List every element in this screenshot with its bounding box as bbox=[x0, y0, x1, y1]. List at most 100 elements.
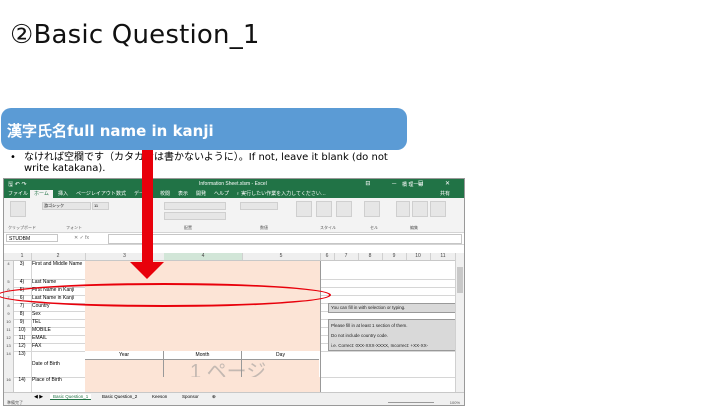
zoom-level[interactable]: 100% bbox=[450, 400, 460, 405]
ribbon-tabs: ファイル ホーム 挿入 ページレイアウト 数式 データ 校閲 表示 開発 ヘルプ… bbox=[4, 189, 464, 198]
bullet-text: なければ空欄です（カタカナは書かないように）。If not, leave it … bbox=[24, 152, 388, 174]
row-label: FAX bbox=[31, 343, 86, 351]
column-header[interactable]: 7 bbox=[334, 253, 359, 260]
sum-icon[interactable] bbox=[396, 201, 410, 217]
table-row: 14 13) Date of Birth Year Month Day 1 ペー… bbox=[4, 351, 456, 383]
group-alignment: 配置 bbox=[184, 225, 192, 230]
vertical-scrollbar[interactable] bbox=[455, 253, 464, 392]
input-cell[interactable] bbox=[85, 319, 321, 327]
window-title: Information Sheet.xlsm - Excel bbox=[199, 181, 267, 187]
name-box[interactable]: STUDBM bbox=[6, 234, 58, 242]
row-index: 3) bbox=[13, 261, 32, 279]
row-label: First and Middle Name bbox=[31, 261, 86, 279]
red-arrow-head bbox=[130, 262, 164, 279]
input-cell[interactable] bbox=[85, 327, 321, 335]
group-styles: スタイル bbox=[320, 225, 336, 230]
column-header[interactable]: 10 bbox=[406, 253, 431, 260]
row-index: 12) bbox=[13, 343, 32, 351]
row-label: Date of Birth bbox=[31, 351, 86, 377]
row-index: 4) bbox=[13, 279, 32, 287]
tab-page-layout[interactable]: ページレイアウト bbox=[76, 190, 116, 197]
group-editing: 編集 bbox=[410, 225, 418, 230]
note-selection: You can fill in with selection or typing… bbox=[328, 303, 458, 313]
year-input[interactable] bbox=[85, 360, 164, 377]
scrollbar-thumb[interactable] bbox=[457, 267, 463, 293]
find-select-icon[interactable] bbox=[430, 201, 446, 217]
row-index: 10) bbox=[13, 327, 32, 335]
font-size-select[interactable]: 11 bbox=[92, 202, 109, 210]
column-header[interactable]: 8 bbox=[358, 253, 383, 260]
format-as-table-icon[interactable] bbox=[316, 201, 332, 217]
sheet-grid: 4 3) First and Middle Name 5 4) Last Nam… bbox=[4, 261, 458, 393]
note-phone: Please fill in at least 1 section of the… bbox=[328, 319, 458, 351]
column-header[interactable]: 5 bbox=[242, 253, 321, 260]
row-label: EMAIL bbox=[31, 335, 86, 343]
row-label: Place of Birth bbox=[31, 377, 86, 392]
tab-formulas[interactable]: 数式 bbox=[116, 190, 126, 197]
slide-title: ②Basic Question_1 bbox=[10, 20, 260, 50]
column-header[interactable]: 2 bbox=[31, 253, 86, 260]
sort-filter-icon[interactable] bbox=[412, 201, 428, 217]
row-label: MOBILE bbox=[31, 327, 86, 335]
bullet-dot: • bbox=[10, 152, 16, 163]
tab-insert[interactable]: 挿入 bbox=[58, 190, 68, 197]
section-banner: 漢字氏名full name in kanji bbox=[1, 108, 407, 150]
column-header[interactable]: 11 bbox=[430, 253, 457, 260]
column-header[interactable]: 1 bbox=[13, 253, 32, 260]
table-row: 16 14) Place of Birth bbox=[4, 377, 456, 393]
status-ready: 準備完了 bbox=[7, 400, 23, 405]
tell-me-search[interactable]: ♀ 実行したい作業を入力してください… bbox=[236, 190, 326, 197]
row-index: 8) bbox=[13, 311, 32, 319]
row-index: 13) bbox=[13, 351, 32, 377]
tab-view[interactable]: 表示 bbox=[178, 190, 188, 197]
tab-developer[interactable]: 開発 bbox=[196, 190, 206, 197]
number-format-select[interactable] bbox=[240, 202, 278, 210]
conditional-format-icon[interactable] bbox=[296, 201, 312, 217]
column-header[interactable]: 3 bbox=[85, 253, 165, 260]
formula-input[interactable] bbox=[108, 234, 462, 244]
input-cell[interactable] bbox=[85, 377, 321, 392]
note-line: Do not include country code. bbox=[331, 333, 389, 338]
row-label: TEL bbox=[31, 319, 86, 327]
row-index: 11) bbox=[13, 335, 32, 343]
insert-cells-icon[interactable] bbox=[364, 201, 380, 217]
banner-text: 漢字氏名full name in kanji bbox=[7, 122, 214, 140]
share-button[interactable]: 共有 bbox=[440, 190, 450, 197]
font-name-select[interactable]: 游ゴシック bbox=[42, 202, 91, 210]
sheet-tab-sponsor[interactable]: Sponsor bbox=[182, 394, 199, 399]
row-index: 14) bbox=[13, 377, 32, 392]
year-header: Year bbox=[85, 351, 164, 360]
input-cell[interactable] bbox=[85, 343, 321, 351]
wrap-text-button[interactable] bbox=[164, 202, 226, 210]
paste-icon[interactable] bbox=[10, 201, 26, 217]
window-controls[interactable]: ⊟ ─ ☐ ✕ bbox=[365, 180, 460, 187]
cell-styles-icon[interactable] bbox=[336, 201, 352, 217]
excel-titlebar: 🖫 ↶ ↷ Information Sheet.xlsm - Excel 橋 理… bbox=[4, 179, 464, 189]
column-header-selected[interactable]: 4 bbox=[164, 253, 243, 260]
zoom-slider[interactable] bbox=[388, 402, 434, 403]
input-cell[interactable] bbox=[85, 261, 321, 279]
table-row: 4 3) First and Middle Name bbox=[4, 261, 456, 280]
column-header[interactable]: 6 bbox=[320, 253, 335, 260]
column-header[interactable]: 9 bbox=[382, 253, 407, 260]
status-bar: 準備完了 100% bbox=[4, 400, 464, 405]
note-line: Please fill in at least 1 section of the… bbox=[331, 323, 408, 328]
merge-center-button[interactable] bbox=[164, 212, 226, 220]
input-cell[interactable] bbox=[85, 311, 321, 319]
formula-buttons[interactable]: ✕ ✓ fx bbox=[74, 235, 89, 241]
bullet-note: • なければ空欄です（カタカナは書かないように）。If not, leave i… bbox=[10, 152, 390, 174]
tab-help[interactable]: ヘルプ bbox=[214, 190, 229, 197]
tab-file[interactable]: ファイル bbox=[8, 190, 28, 197]
row-label: Sex bbox=[31, 311, 86, 319]
highlight-ellipse bbox=[0, 283, 331, 307]
red-arrow-shaft bbox=[142, 150, 153, 268]
date-cells: Year Month Day 1 ページ bbox=[85, 351, 321, 383]
tab-home[interactable]: ホーム bbox=[30, 190, 53, 198]
input-cell[interactable] bbox=[85, 335, 321, 343]
tab-review[interactable]: 校閲 bbox=[160, 190, 170, 197]
row-index: 9) bbox=[13, 319, 32, 327]
sheet-tab-keeson[interactable]: Keeson bbox=[152, 394, 167, 399]
group-clipboard: クリップボード bbox=[8, 225, 36, 230]
sheet-tab-basic-question-2[interactable]: Basic Question_2 bbox=[102, 394, 137, 399]
formula-bar-row: STUDBM ✕ ✓ fx bbox=[4, 233, 464, 245]
